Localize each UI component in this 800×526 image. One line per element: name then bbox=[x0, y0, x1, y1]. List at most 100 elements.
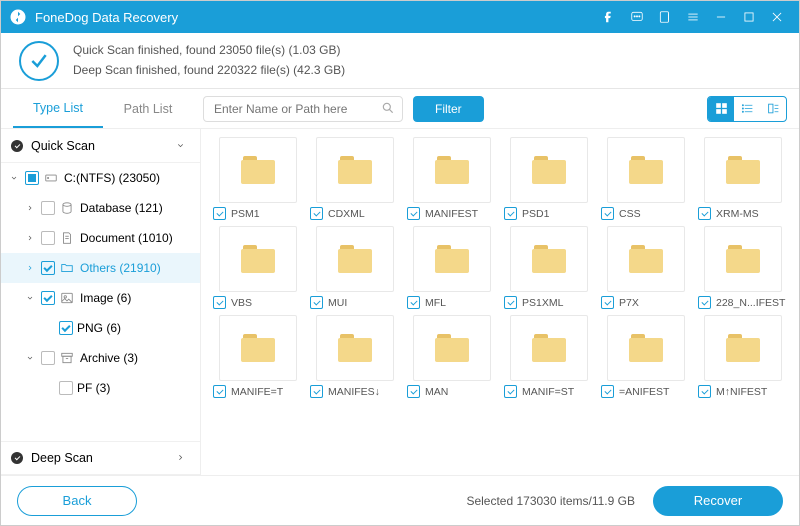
file-name: MANIFES↓ bbox=[328, 386, 399, 398]
search-input[interactable] bbox=[203, 96, 403, 122]
facebook-icon[interactable] bbox=[595, 1, 623, 33]
selection-stats: Selected 173030 items/11.9 GB bbox=[137, 494, 635, 508]
file-cell[interactable]: MANIFEST bbox=[407, 137, 496, 220]
checkbox[interactable] bbox=[698, 207, 711, 220]
tree-label: Others (21910) bbox=[80, 261, 194, 275]
checkbox[interactable] bbox=[601, 207, 614, 220]
quick-scan-header[interactable]: Quick Scan bbox=[1, 129, 200, 163]
checkbox[interactable] bbox=[41, 261, 55, 275]
file-cell[interactable]: VBS bbox=[213, 226, 302, 309]
checkbox[interactable] bbox=[41, 231, 55, 245]
tree-node-image[interactable]: Image (6) bbox=[1, 283, 200, 313]
checkmark-dot-icon bbox=[11, 140, 23, 152]
checkbox[interactable] bbox=[213, 296, 226, 309]
file-cell[interactable]: P7X bbox=[601, 226, 690, 309]
minimize-button[interactable] bbox=[707, 1, 735, 33]
checkbox[interactable] bbox=[504, 296, 517, 309]
maximize-button[interactable] bbox=[735, 1, 763, 33]
view-detail-button[interactable] bbox=[760, 97, 786, 121]
document-icon bbox=[59, 230, 75, 246]
tree-node-pf[interactable]: PF (3) bbox=[1, 373, 200, 403]
file-name: PSD1 bbox=[522, 208, 593, 220]
feedback-icon[interactable] bbox=[623, 1, 651, 33]
view-list-button[interactable] bbox=[734, 97, 760, 121]
checkmark-dot-icon bbox=[11, 452, 23, 464]
file-cell[interactable]: MANIFES↓ bbox=[310, 315, 399, 398]
file-cell[interactable]: PSD1 bbox=[504, 137, 593, 220]
list-mode-tabs: Type List Path List bbox=[13, 89, 193, 128]
deep-scan-header[interactable]: Deep Scan bbox=[1, 441, 200, 475]
back-button[interactable]: Back bbox=[17, 486, 137, 516]
tree-label: Database (121) bbox=[80, 201, 194, 215]
file-cell[interactable]: MANIFE=T bbox=[213, 315, 302, 398]
tree-node-png[interactable]: PNG (6) bbox=[1, 313, 200, 343]
checkbox[interactable] bbox=[213, 207, 226, 220]
file-cell[interactable]: 228_N...IFEST bbox=[698, 226, 787, 309]
deep-scan-label: Deep Scan bbox=[31, 451, 176, 465]
file-cell[interactable]: MUI bbox=[310, 226, 399, 309]
tab-path-list[interactable]: Path List bbox=[103, 89, 193, 128]
file-cell[interactable]: MANIF=ST bbox=[504, 315, 593, 398]
checkbox[interactable] bbox=[698, 296, 711, 309]
file-cell[interactable]: =ANIFEST bbox=[601, 315, 690, 398]
checkbox[interactable] bbox=[41, 351, 55, 365]
quick-scan-summary: Quick Scan finished, found 23050 file(s)… bbox=[73, 41, 345, 60]
file-cell[interactable]: PS1XML bbox=[504, 226, 593, 309]
tree-label: PNG (6) bbox=[77, 321, 194, 335]
checkbox[interactable] bbox=[41, 201, 55, 215]
tree-node-others[interactable]: Others (21910) bbox=[1, 253, 200, 283]
file-thumb bbox=[316, 226, 394, 292]
file-name: MFL bbox=[425, 297, 496, 309]
checkbox[interactable] bbox=[310, 207, 323, 220]
folder-icon bbox=[338, 334, 372, 362]
view-grid-button[interactable] bbox=[708, 97, 734, 121]
file-thumb bbox=[607, 137, 685, 203]
recover-button[interactable]: Recover bbox=[653, 486, 783, 516]
tree-node-archive[interactable]: Archive (3) bbox=[1, 343, 200, 373]
file-cell[interactable]: CDXML bbox=[310, 137, 399, 220]
success-check-icon bbox=[19, 41, 59, 81]
folder-icon bbox=[435, 334, 469, 362]
menu-icon[interactable] bbox=[679, 1, 707, 33]
folder-icon bbox=[532, 156, 566, 184]
filter-button[interactable]: Filter bbox=[413, 96, 484, 122]
database-icon bbox=[59, 200, 75, 216]
folder-icon bbox=[532, 245, 566, 273]
checkbox[interactable] bbox=[504, 207, 517, 220]
file-cell[interactable]: PSM1 bbox=[213, 137, 302, 220]
register-icon[interactable] bbox=[651, 1, 679, 33]
checkbox[interactable] bbox=[310, 385, 323, 398]
tree-node-drive[interactable]: C:(NTFS) (23050) bbox=[1, 163, 200, 193]
tab-type-list[interactable]: Type List bbox=[13, 89, 103, 128]
tree-node-document[interactable]: Document (1010) bbox=[1, 223, 200, 253]
checkbox[interactable] bbox=[504, 385, 517, 398]
folder-icon bbox=[726, 245, 760, 273]
folder-icon bbox=[629, 156, 663, 184]
file-cell[interactable]: M↑NIFEST bbox=[698, 315, 787, 398]
quick-scan-label: Quick Scan bbox=[31, 139, 176, 153]
checkbox[interactable] bbox=[41, 291, 55, 305]
search-icon[interactable] bbox=[381, 101, 395, 115]
checkbox[interactable] bbox=[407, 296, 420, 309]
close-button[interactable] bbox=[763, 1, 791, 33]
search-box bbox=[203, 96, 403, 122]
checkbox[interactable] bbox=[59, 321, 73, 335]
file-cell[interactable]: MFL bbox=[407, 226, 496, 309]
file-cell[interactable]: XRM-MS bbox=[698, 137, 787, 220]
checkbox[interactable] bbox=[310, 296, 323, 309]
file-thumb bbox=[704, 137, 782, 203]
checkbox[interactable] bbox=[407, 207, 420, 220]
folder-icon bbox=[241, 156, 275, 184]
checkbox[interactable] bbox=[213, 385, 226, 398]
checkbox[interactable] bbox=[601, 296, 614, 309]
tree-node-database[interactable]: Database (121) bbox=[1, 193, 200, 223]
file-cell[interactable]: MAN bbox=[407, 315, 496, 398]
checkbox[interactable] bbox=[59, 381, 73, 395]
checkbox[interactable] bbox=[407, 385, 420, 398]
checkbox[interactable] bbox=[601, 385, 614, 398]
checkbox[interactable] bbox=[25, 171, 39, 185]
folder-icon bbox=[241, 245, 275, 273]
file-thumb bbox=[316, 137, 394, 203]
checkbox[interactable] bbox=[698, 385, 711, 398]
file-cell[interactable]: CSS bbox=[601, 137, 690, 220]
